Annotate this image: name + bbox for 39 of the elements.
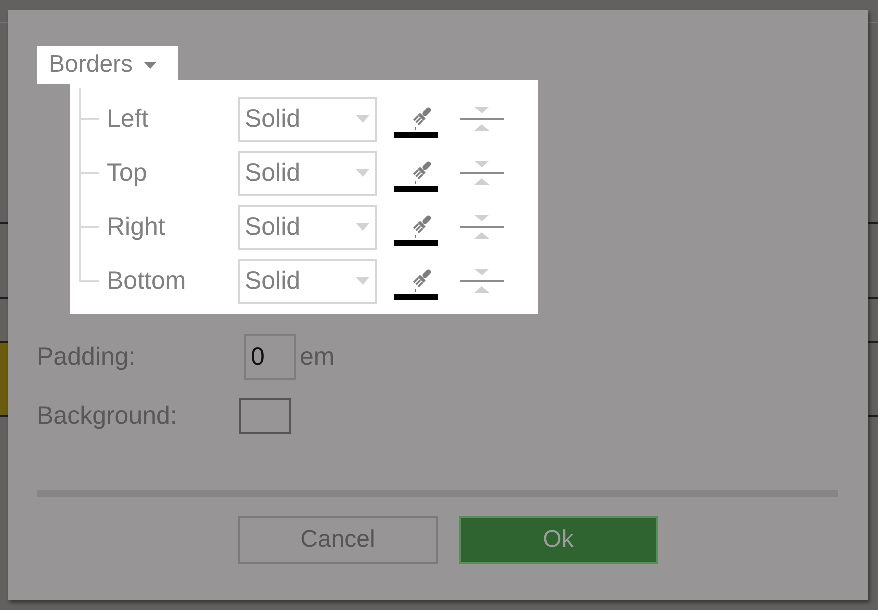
padding-field[interactable]: 0	[244, 334, 296, 380]
caret-icon	[144, 62, 158, 68]
tree-branch-line	[79, 200, 99, 254]
paint-brush-icon	[411, 268, 433, 292]
style-select[interactable]: Solid	[238, 258, 377, 304]
side-label: Right	[107, 212, 166, 242]
arrows-to-line-icon	[460, 215, 504, 239]
arrows-to-line-icon	[460, 107, 504, 131]
style-select[interactable]: Solid	[238, 150, 377, 196]
border-color-button[interactable]	[394, 106, 438, 140]
paint-brush-icon	[411, 106, 433, 130]
unit-label: em	[300, 342, 335, 372]
cell-background	[0, 343, 8, 415]
caret-icon	[356, 277, 370, 285]
border-color-button[interactable]	[394, 214, 438, 248]
style-select[interactable]: Solid	[238, 96, 377, 142]
arrows-to-line-icon	[460, 269, 504, 293]
paint-brush-icon	[411, 160, 433, 184]
padding-label: Padding:	[37, 342, 137, 372]
caret-icon	[356, 169, 370, 177]
background-label: Background:	[37, 402, 178, 430]
borders-toggle[interactable]: Borders	[37, 46, 178, 84]
side-label: Bottom	[107, 266, 188, 296]
tree-branch-line	[79, 146, 99, 200]
paint-brush-icon	[411, 214, 433, 238]
border-width-button[interactable]	[460, 269, 504, 293]
side-label: Left	[107, 104, 150, 134]
border-color-button[interactable]	[394, 160, 438, 194]
border-width-button[interactable]	[460, 215, 504, 239]
style-select[interactable]: Solid	[238, 204, 377, 250]
border-color-button[interactable]	[394, 268, 438, 302]
side-label: Top	[107, 158, 148, 188]
border-width-button[interactable]	[460, 161, 504, 185]
cancel-button[interactable]: Cancel	[238, 516, 438, 564]
caret-icon	[356, 115, 370, 123]
ok-button[interactable]: Ok	[459, 516, 658, 564]
arrows-to-line-icon	[460, 161, 504, 185]
background-color-swatch[interactable]	[239, 398, 291, 434]
border-width-button[interactable]	[460, 107, 504, 131]
